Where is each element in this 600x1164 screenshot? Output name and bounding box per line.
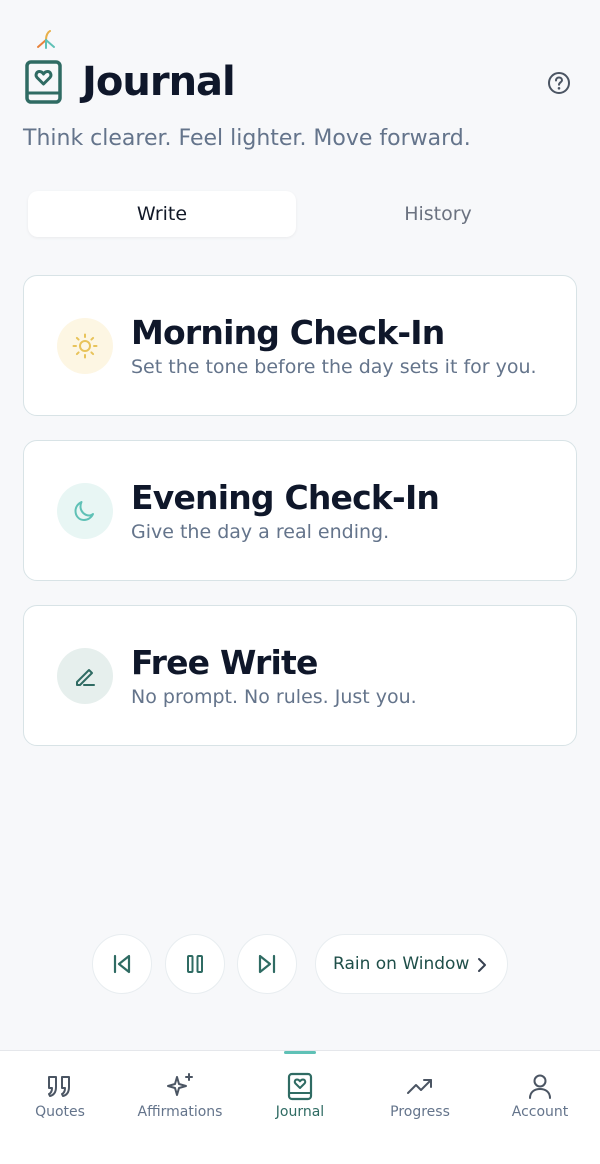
moon-icon xyxy=(74,500,94,521)
moon-icon-badge xyxy=(57,482,113,539)
morning-checkin-card[interactable]: Morning Check-In Set the tone before the… xyxy=(23,275,577,416)
pencil-icon xyxy=(76,668,95,686)
previous-track-button[interactable] xyxy=(92,934,152,994)
evening-checkin-card[interactable]: Evening Check-In Give the day a real end… xyxy=(23,440,577,581)
card-subtitle: Set the tone before the day sets it for … xyxy=(131,356,537,379)
skip-back-icon xyxy=(113,954,131,974)
skip-forward-icon xyxy=(258,954,276,974)
journal-icon xyxy=(287,1072,313,1101)
nav-item-progress[interactable]: Progress xyxy=(360,1051,480,1164)
card-title: Evening Check-In xyxy=(131,477,440,517)
help-icon[interactable] xyxy=(546,70,572,96)
nav-label: Quotes xyxy=(35,1104,85,1120)
tab-history[interactable]: History xyxy=(304,191,572,237)
trending-up-icon xyxy=(407,1079,432,1094)
card-title: Free Write xyxy=(131,642,318,682)
nav-item-account[interactable]: Account xyxy=(480,1051,600,1164)
tab-write[interactable]: Write xyxy=(28,191,296,237)
nav-label: Progress xyxy=(390,1104,450,1120)
nav-item-journal[interactable]: Journal xyxy=(240,1051,360,1164)
chevron-right-icon xyxy=(478,958,486,972)
audio-player: Rain on Window xyxy=(0,934,600,994)
card-title: Morning Check-In xyxy=(131,312,445,352)
bottom-navigation: Quotes Affirmations Journal Progress Acc… xyxy=(0,1050,600,1164)
page-subtitle: Think clearer. Feel lighter. Move forwar… xyxy=(23,126,471,151)
tab-bar: Write History xyxy=(24,189,576,239)
nav-label: Journal xyxy=(275,1104,325,1120)
track-name: Rain on Window xyxy=(333,954,470,974)
pause-button[interactable] xyxy=(165,934,225,994)
pause-icon xyxy=(187,955,203,973)
nav-label: Affirmations xyxy=(137,1104,223,1120)
free-write-card[interactable]: Free Write No prompt. No rules. Just you… xyxy=(23,605,577,746)
track-selector-button[interactable]: Rain on Window xyxy=(315,934,508,994)
sun-icon xyxy=(72,333,98,358)
next-track-button[interactable] xyxy=(237,934,297,994)
card-subtitle: Give the day a real ending. xyxy=(131,521,390,544)
nav-item-quotes[interactable]: Quotes xyxy=(0,1051,120,1164)
nav-label: Account xyxy=(511,1104,569,1120)
nav-item-affirmations[interactable]: Affirmations xyxy=(120,1051,240,1164)
page-title: Journal xyxy=(82,59,236,105)
app-logo-icon xyxy=(37,30,55,49)
user-icon xyxy=(529,1074,551,1099)
sparkles-icon xyxy=(167,1073,193,1096)
card-subtitle: No prompt. No rules. Just you. xyxy=(131,686,417,709)
sun-icon-badge xyxy=(57,317,113,374)
pencil-icon-badge xyxy=(57,647,113,704)
journal-book-icon xyxy=(25,60,62,104)
quote-icon xyxy=(48,1076,70,1097)
page-header: Journal xyxy=(24,58,576,106)
